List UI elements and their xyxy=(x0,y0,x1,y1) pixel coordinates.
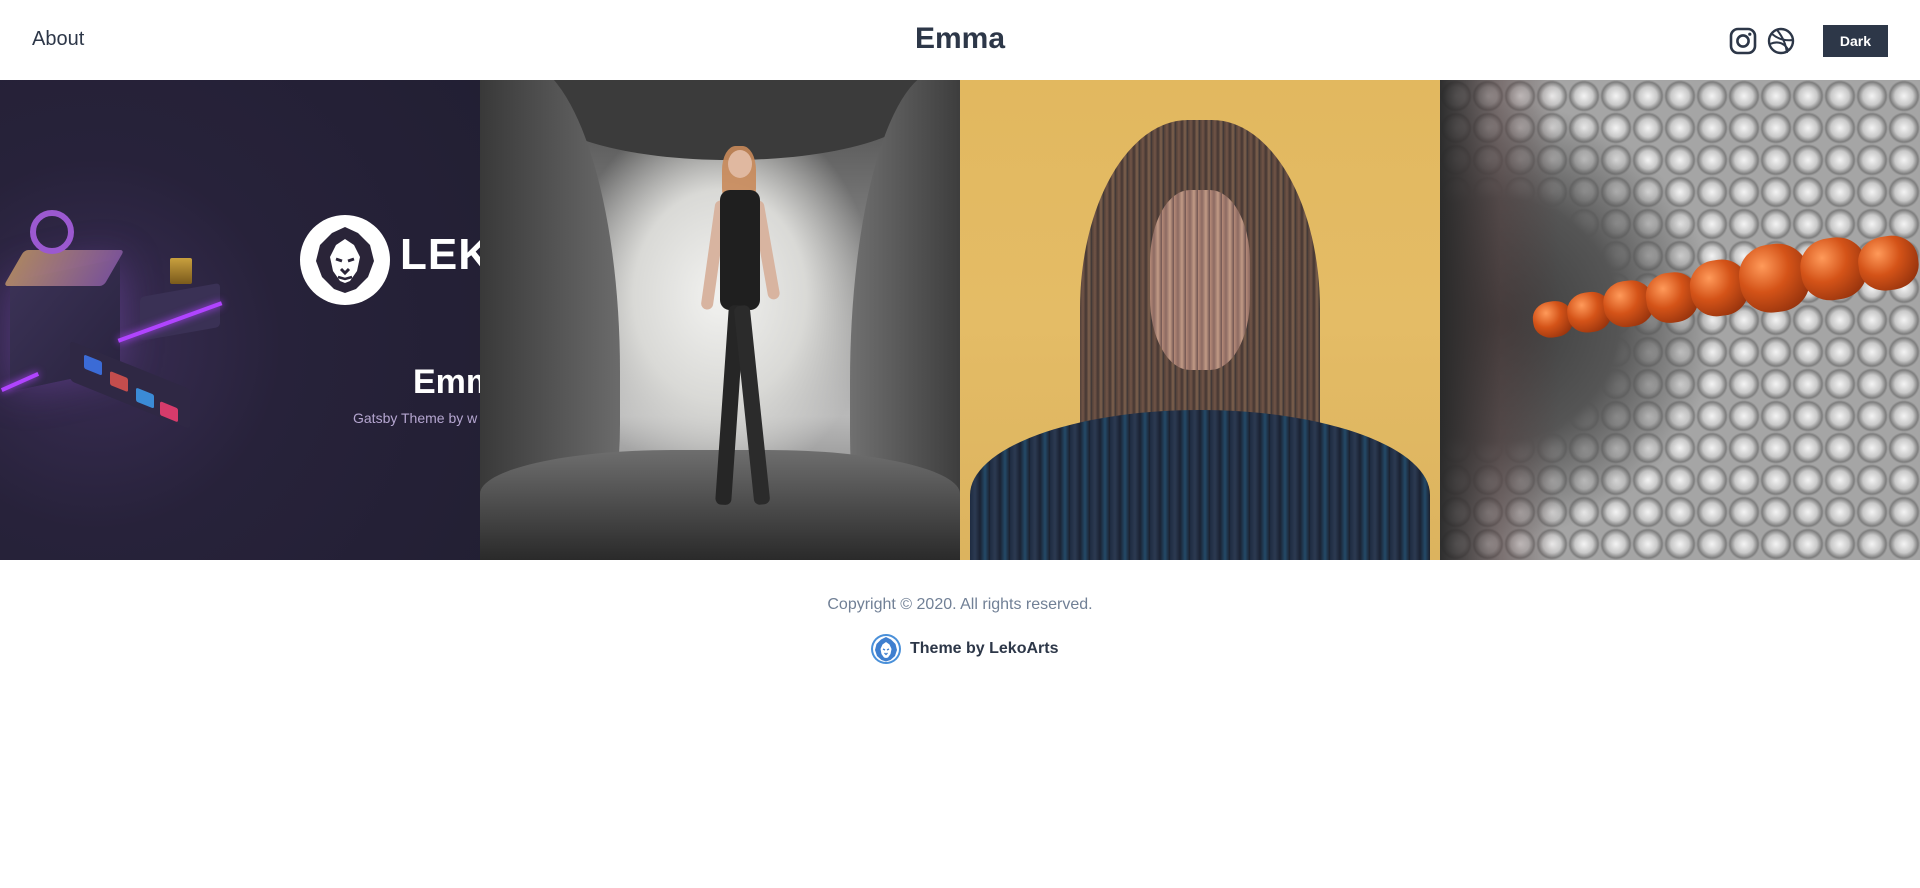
gallery-item-2[interactable] xyxy=(480,80,960,560)
lekoarts-lion-icon xyxy=(300,215,390,305)
site-title-container: Emma xyxy=(0,22,1920,56)
figure-torso xyxy=(720,190,760,310)
copyright-text: Copyright © 2020. All rights reserved. xyxy=(827,596,1093,613)
figure-head xyxy=(728,150,752,178)
gallery-item-3[interactable] xyxy=(960,80,1440,560)
portrait-shoulders xyxy=(970,410,1430,560)
site-title[interactable]: Emma xyxy=(915,22,1005,55)
belt-item xyxy=(136,387,154,409)
project-gallery: LEK Emm Gatsby Theme by w xyxy=(0,80,1920,560)
promo-title: Emm xyxy=(413,363,480,401)
header-actions: Dark xyxy=(1729,24,1888,58)
site-header: About Emma Dark xyxy=(0,0,1920,80)
gallery-item-1[interactable]: LEK Emm Gatsby Theme by w xyxy=(0,80,480,560)
lekoarts-lion-icon xyxy=(871,634,901,664)
lekoarts-brand-text: LEK xyxy=(400,230,480,279)
warrior-figure xyxy=(700,146,781,510)
promo-subtitle: Gatsby Theme by w xyxy=(353,410,478,426)
belt-item xyxy=(160,401,178,423)
belt-item xyxy=(84,354,102,376)
isometric-ring xyxy=(30,210,74,254)
conveyor-belt xyxy=(70,340,190,430)
belt-item xyxy=(110,370,128,393)
theme-credit-text: Theme by LekoArts xyxy=(910,640,1059,657)
site-footer: Copyright © 2020. All rights reserved. T… xyxy=(0,560,1920,888)
dribbble-icon[interactable] xyxy=(1767,27,1795,55)
theme-credit-link[interactable]: Theme by LekoArts xyxy=(870,633,1058,665)
figure-leg-right xyxy=(733,304,771,506)
instagram-icon[interactable] xyxy=(1729,27,1757,55)
portrait-face xyxy=(1150,190,1250,370)
nav-link-about[interactable]: About xyxy=(32,28,84,51)
dark-mode-toggle-button[interactable]: Dark xyxy=(1822,25,1888,57)
isometric-platform xyxy=(140,282,220,342)
gallery-item-4[interactable] xyxy=(1440,80,1920,560)
isometric-scene-top xyxy=(3,250,125,286)
isometric-cube xyxy=(170,258,192,284)
coral-bead xyxy=(1854,232,1920,295)
coral-chain xyxy=(1526,216,1920,354)
